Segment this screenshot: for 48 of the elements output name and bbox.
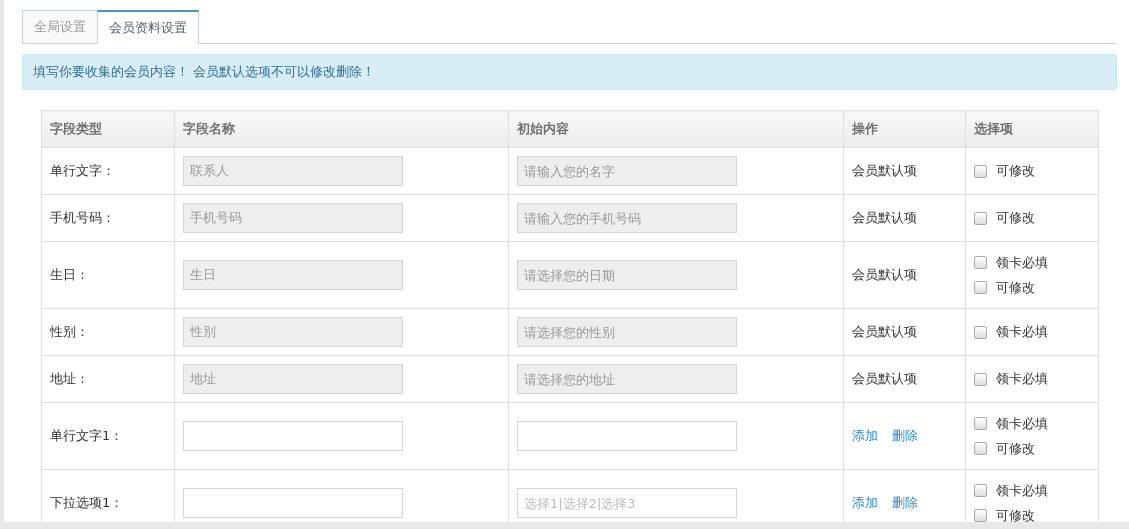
checkbox-label: 可修改 xyxy=(996,506,1035,522)
checkbox-label: 领卡必填 xyxy=(996,253,1048,272)
field-type-label: 单行文字1： xyxy=(50,428,124,443)
default-item-label: 会员默认项 xyxy=(852,267,917,282)
initial-content-input[interactable] xyxy=(517,421,737,451)
checkbox[interactable] xyxy=(974,281,987,294)
checkbox-label: 可修改 xyxy=(996,209,1035,227)
field-type-label: 性别： xyxy=(50,324,89,339)
checkbox[interactable] xyxy=(974,325,987,339)
checkbox[interactable] xyxy=(974,372,987,386)
checkbox[interactable] xyxy=(974,256,987,269)
field-type-label: 手机号码： xyxy=(50,210,115,225)
column-header: 字段名称 xyxy=(174,110,509,148)
field-name-input[interactable] xyxy=(183,488,403,518)
field-type-label: 单行文字： xyxy=(50,163,115,178)
action-link[interactable]: 删除 xyxy=(892,495,918,510)
default-item-label: 会员默认项 xyxy=(852,163,917,178)
checkbox-label: 可修改 xyxy=(996,278,1035,297)
default-item-label: 会员默认项 xyxy=(852,371,917,386)
column-header: 字段类型 xyxy=(41,110,175,148)
field-name-input[interactable] xyxy=(183,421,403,451)
default-item-label: 会员默认项 xyxy=(852,324,917,339)
default-item-label: 会员默认项 xyxy=(852,210,917,225)
action-link[interactable]: 删除 xyxy=(892,428,918,443)
field-type-label: 下拉选项1： xyxy=(50,495,124,510)
action-link[interactable]: 添加 xyxy=(852,495,878,510)
field-type-label: 生日： xyxy=(50,267,89,282)
checkbox[interactable] xyxy=(974,211,987,225)
column-header: 选择项 xyxy=(965,110,1099,148)
column-header: 初始内容 xyxy=(508,110,844,148)
checkbox[interactable] xyxy=(974,442,987,455)
checkbox-label: 可修改 xyxy=(996,162,1035,180)
checkbox-label: 领卡必填 xyxy=(996,481,1048,500)
checkbox[interactable] xyxy=(974,164,987,178)
checkbox[interactable] xyxy=(974,484,987,497)
tab[interactable]: 会员资料设置 xyxy=(97,10,199,44)
checkbox[interactable] xyxy=(974,509,987,522)
field-type-label: 地址： xyxy=(50,371,89,386)
checkbox-label: 领卡必填 xyxy=(996,370,1048,388)
info-alert: 填写你要收集的会员内容！ 会员默认选项不可以修改删除！ xyxy=(22,54,1117,90)
checkbox-label: 可修改 xyxy=(996,439,1035,458)
checkbox-label: 领卡必填 xyxy=(996,414,1048,433)
checkbox-label: 领卡必填 xyxy=(996,323,1048,341)
action-link[interactable]: 添加 xyxy=(852,428,878,443)
tab[interactable]: 全局设置 xyxy=(22,10,98,44)
initial-content-input[interactable]: 选择1|选择2|选择3 xyxy=(517,488,737,518)
checkbox[interactable] xyxy=(974,417,987,430)
column-header: 操作 xyxy=(843,110,966,148)
